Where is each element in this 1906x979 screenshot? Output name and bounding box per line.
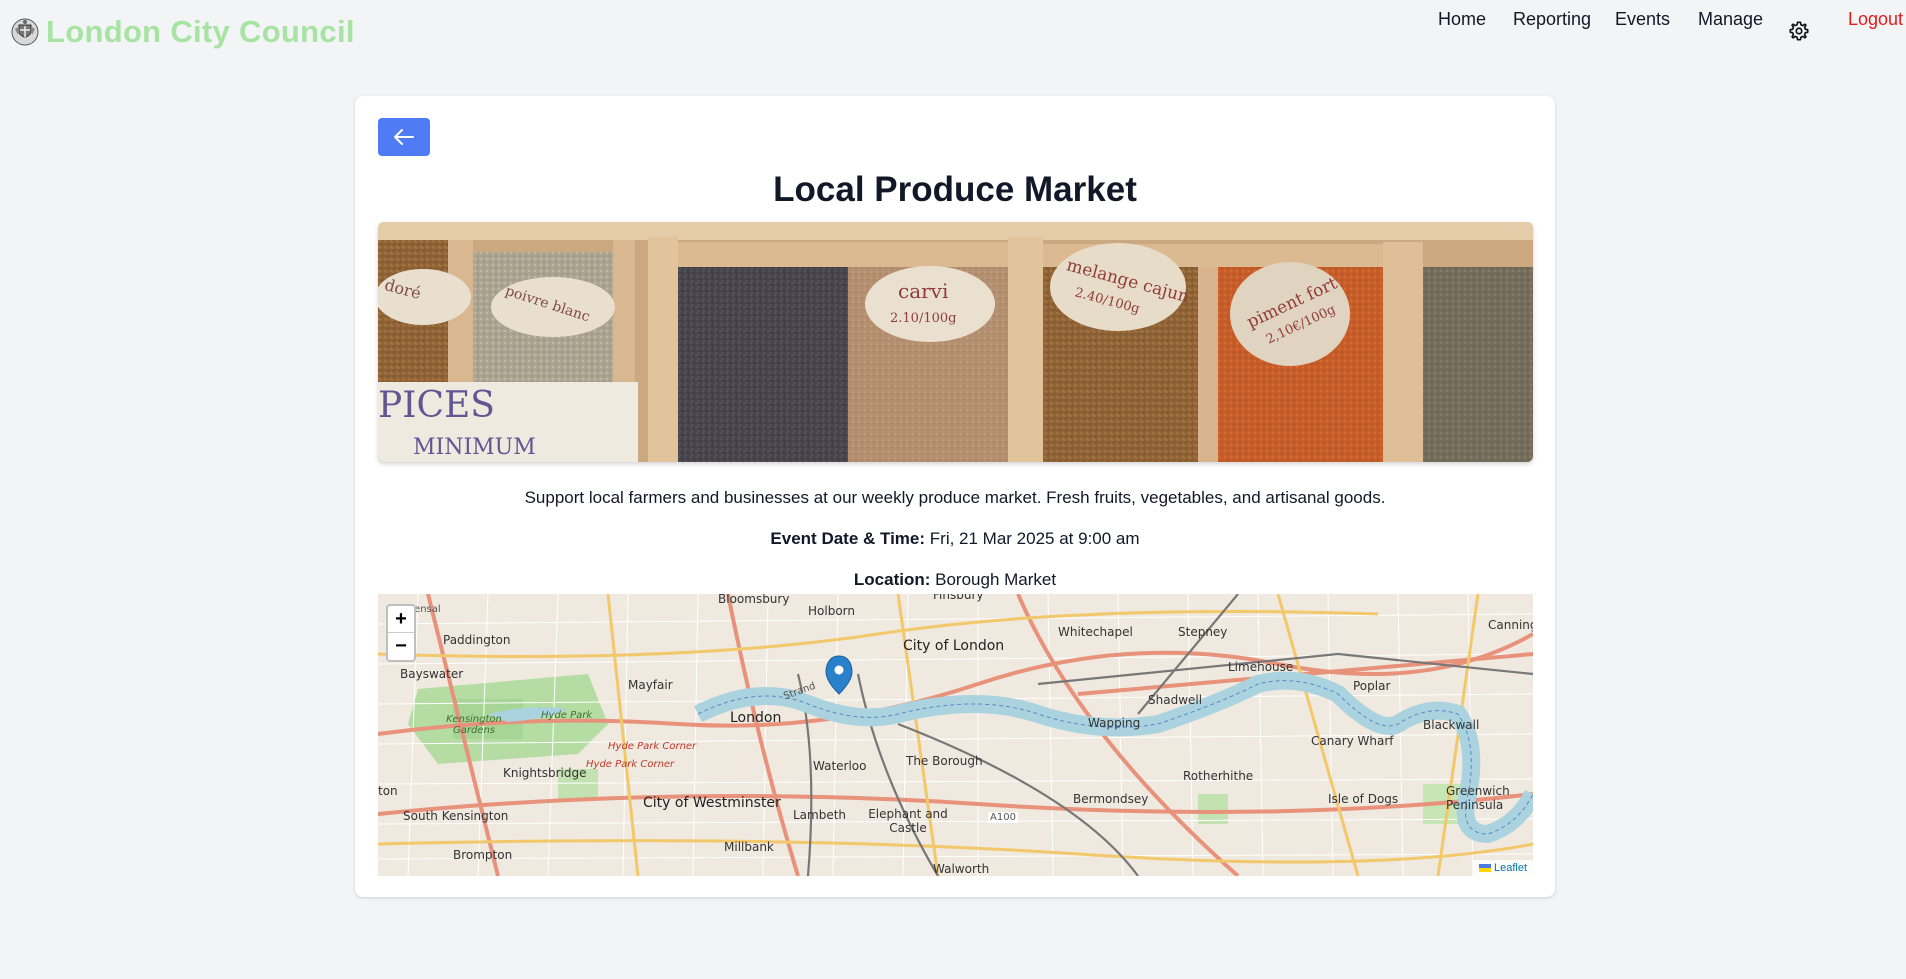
top-navbar: London City Council Home Reporting Event… [0,0,1906,60]
map-label: Bayswater [400,667,464,681]
gear-icon[interactable] [1788,20,1810,42]
event-image: PICES MINIMUM doré poivre blanc carvi 2.… [378,222,1533,462]
map-label: Kensington Gardens [446,714,502,736]
crest-icon [11,18,39,46]
logout-link[interactable]: Logout [1848,9,1903,30]
map-label: Rotherhithe [1183,769,1254,783]
map-label: Brompton [453,848,513,862]
map-label: Holborn [808,604,855,618]
leaflet-link[interactable]: Leaflet [1494,862,1527,874]
event-card: Local Produce Market PICES MINIMUM doré … [355,96,1555,897]
map-label: Canary Wharf [1311,734,1394,748]
event-location-map[interactable]: Kensal Bloomsbury Holborn Finsbury Paddi… [378,594,1533,876]
map-label: Walworth [933,862,990,876]
nav-events-link[interactable]: Events [1615,9,1670,30]
nav-manage-link[interactable]: Manage [1698,9,1763,30]
map-label: City of Westminster [643,795,781,811]
map-label: Mayfair [628,678,673,692]
map-label: Isle of Dogs [1328,792,1399,806]
brand[interactable]: London City Council [10,14,355,50]
map-zoom-control: + − [386,604,416,662]
event-title: Local Produce Market [773,170,1137,209]
back-button[interactable] [378,118,430,156]
event-datetime: Event Date & Time: Fri, 21 Mar 2025 at 9… [355,529,1555,549]
map-label: Limehouse [1228,660,1294,674]
event-datetime-value: Fri, 21 Mar 2025 at 9:00 am [929,529,1140,548]
nav-home-link[interactable]: Home [1438,9,1486,30]
brand-name: London City Council [46,14,355,49]
ukraine-flag-icon [1478,864,1491,872]
map-label: Poplar [1353,679,1391,693]
arrow-left-icon [394,129,414,145]
map-label: The Borough [906,754,983,768]
map-label: Finsbury [933,594,984,602]
map-label: Waterloo [813,759,867,773]
map-label: Lambeth [793,808,847,822]
map-label: ton [378,784,398,798]
map-label: Millbank [724,840,774,854]
event-description: Support local farmers and businesses at … [524,488,1386,507]
map-label: A100 [988,812,1018,823]
map-label: City of London [903,638,1005,654]
map-label: Wapping [1088,716,1141,730]
map-label: Elephant and Castle [868,807,948,835]
map-label: Bloomsbury [718,594,790,606]
event-location-label: Location: [853,570,931,589]
nav-reporting-link[interactable]: Reporting [1513,9,1591,30]
map-label: London [730,710,782,726]
event-location: Location: Borough Market [355,570,1555,590]
map-attribution[interactable]: Leaflet [1472,860,1533,876]
map-label: Hyde Park Corner [586,759,675,770]
map-label: Whitechapel [1058,625,1133,639]
map-label: Knightsbridge [503,766,587,780]
map-label: Paddington [443,633,511,647]
map-label: Canning [1488,618,1533,632]
map-label: Greenwich Peninsula [1446,784,1510,812]
zoom-out-button[interactable]: − [388,633,414,660]
zoom-in-button[interactable]: + [388,606,414,633]
map-label: South Kensington [403,809,509,823]
event-location-value: Borough Market [935,570,1057,589]
map-label: Hyde Park Corner [608,741,697,752]
map-label: Stepney [1178,625,1228,639]
map-label: Bermondsey [1073,792,1149,806]
map-label: Hyde Park [541,710,593,721]
event-datetime-label: Event Date & Time: [770,529,926,548]
map-label: Shadwell [1148,693,1203,707]
map-label: Blackwall [1423,718,1480,732]
